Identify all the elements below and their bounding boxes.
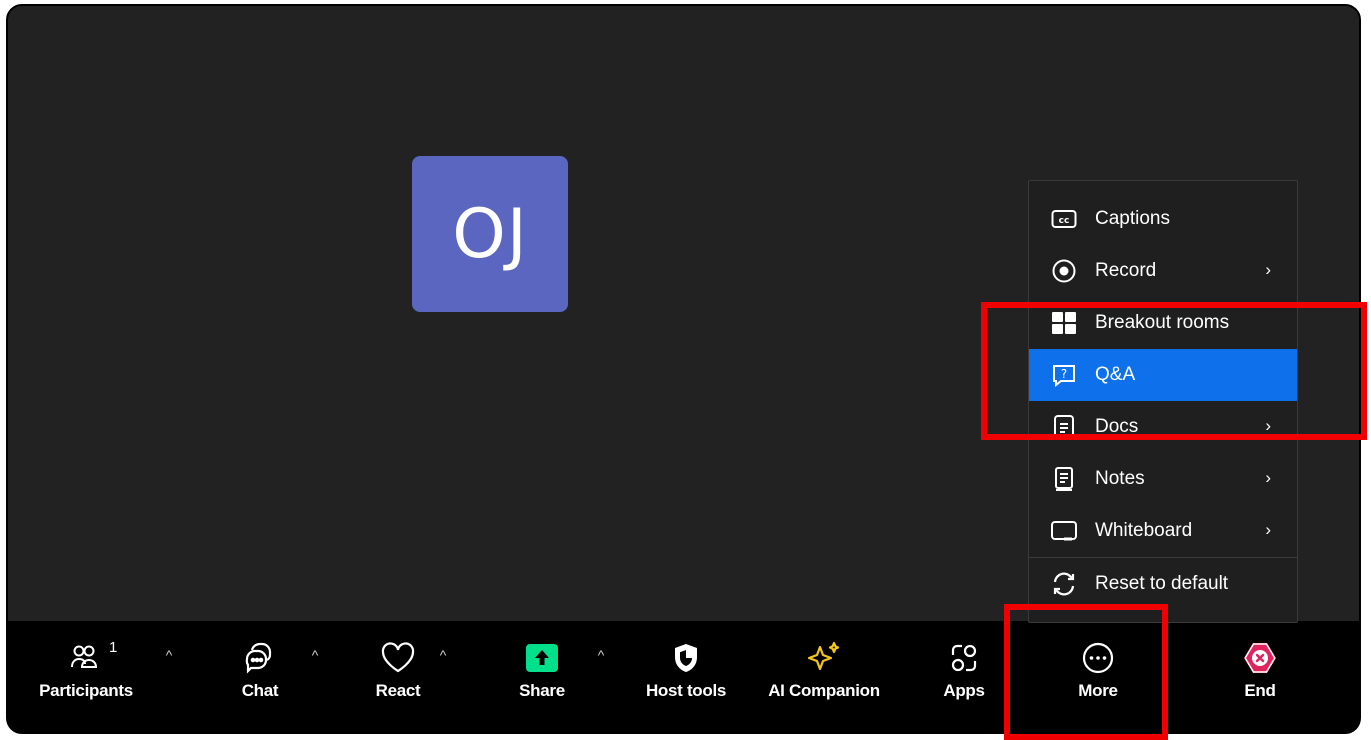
- menu-item-record[interactable]: Record ›: [1029, 245, 1297, 297]
- react-button[interactable]: React: [368, 621, 428, 732]
- menu-item-label: Captions: [1095, 208, 1170, 229]
- participant-avatar: OJ: [412, 156, 568, 312]
- menu-item-label: Q&A: [1095, 364, 1136, 385]
- share-button[interactable]: Share: [512, 621, 572, 732]
- participant-count: 1: [109, 639, 118, 656]
- end-icon: [1242, 641, 1278, 675]
- menu-item-notes[interactable]: Notes ›: [1029, 453, 1297, 505]
- chat-icon: [243, 641, 277, 675]
- menu-item-label: Notes: [1095, 468, 1145, 489]
- apps-button[interactable]: Apps: [934, 621, 994, 732]
- share-options-caret[interactable]: ^: [590, 644, 612, 666]
- menu-item-captions[interactable]: cc Captions: [1029, 193, 1297, 245]
- react-options-caret[interactable]: ^: [432, 644, 454, 666]
- whiteboard-icon: [1047, 520, 1081, 542]
- chevron-right-icon: ›: [1265, 416, 1271, 435]
- docs-icon: [1047, 414, 1081, 440]
- menu-item-breakout-rooms[interactable]: Breakout rooms: [1029, 297, 1297, 349]
- apps-icon: [947, 641, 981, 675]
- menu-item-label: Docs: [1095, 416, 1139, 437]
- ai-companion-button[interactable]: AI Companion: [756, 621, 892, 732]
- end-meeting-button[interactable]: End: [1230, 621, 1290, 732]
- share-label: Share: [519, 681, 565, 700]
- menu-item-label: Record: [1095, 260, 1157, 281]
- svg-text:?: ?: [1061, 367, 1067, 381]
- host-tools-button[interactable]: Host tools: [640, 621, 732, 732]
- svg-text:cc: cc: [1059, 216, 1070, 226]
- chat-button[interactable]: Chat: [230, 621, 290, 732]
- apps-label: Apps: [943, 681, 985, 700]
- host-tools-label: Host tools: [645, 681, 727, 700]
- menu-item-docs[interactable]: Docs ›: [1029, 401, 1297, 453]
- heart-icon: [380, 641, 416, 675]
- participants-icon: 1: [69, 639, 117, 675]
- participants-button[interactable]: 1 Participants: [28, 621, 144, 732]
- chevron-right-icon: ›: [1265, 520, 1271, 539]
- menu-item-label: Reset to default: [1095, 573, 1229, 594]
- react-label: React: [375, 681, 421, 700]
- participants-label: Participants: [39, 681, 133, 700]
- meeting-toolbar: 1 Participants ^ Chat ^ React ^ Share ^ …: [8, 621, 1359, 732]
- menu-item-qa[interactable]: ? Q&A: [1029, 349, 1297, 401]
- sparkle-icon: [806, 641, 842, 675]
- menu-item-label: Whiteboard: [1095, 520, 1193, 541]
- menu-item-reset-to-default[interactable]: Reset to default: [1029, 558, 1297, 610]
- share-screen-icon: [524, 641, 560, 675]
- shield-icon: [671, 641, 701, 675]
- notes-icon: [1047, 466, 1081, 492]
- more-menu: cc Captions Record › Breakout rooms ? Q&…: [1028, 180, 1298, 623]
- participants-options-caret[interactable]: ^: [158, 644, 180, 666]
- more-label: More: [1078, 681, 1118, 700]
- menu-item-whiteboard[interactable]: Whiteboard ›: [1029, 505, 1297, 557]
- more-icon: [1081, 641, 1115, 675]
- meeting-window: OJ 1 Participants ^ Chat ^ React ^ Share…: [6, 4, 1361, 734]
- reset-icon: [1047, 571, 1081, 597]
- chevron-right-icon: ›: [1265, 468, 1271, 487]
- more-button[interactable]: More: [1058, 621, 1138, 732]
- captions-icon: cc: [1047, 209, 1081, 229]
- record-icon: [1047, 258, 1081, 284]
- end-label: End: [1244, 681, 1276, 700]
- chat-label: Chat: [241, 681, 279, 700]
- chat-options-caret[interactable]: ^: [304, 644, 326, 666]
- menu-item-label: Breakout rooms: [1095, 312, 1230, 333]
- avatar-initials: OJ: [452, 194, 528, 274]
- chevron-right-icon: ›: [1265, 260, 1271, 279]
- breakout-rooms-icon: [1047, 311, 1081, 335]
- ai-companion-label: AI Companion: [768, 681, 880, 700]
- qa-icon: ?: [1047, 363, 1081, 387]
